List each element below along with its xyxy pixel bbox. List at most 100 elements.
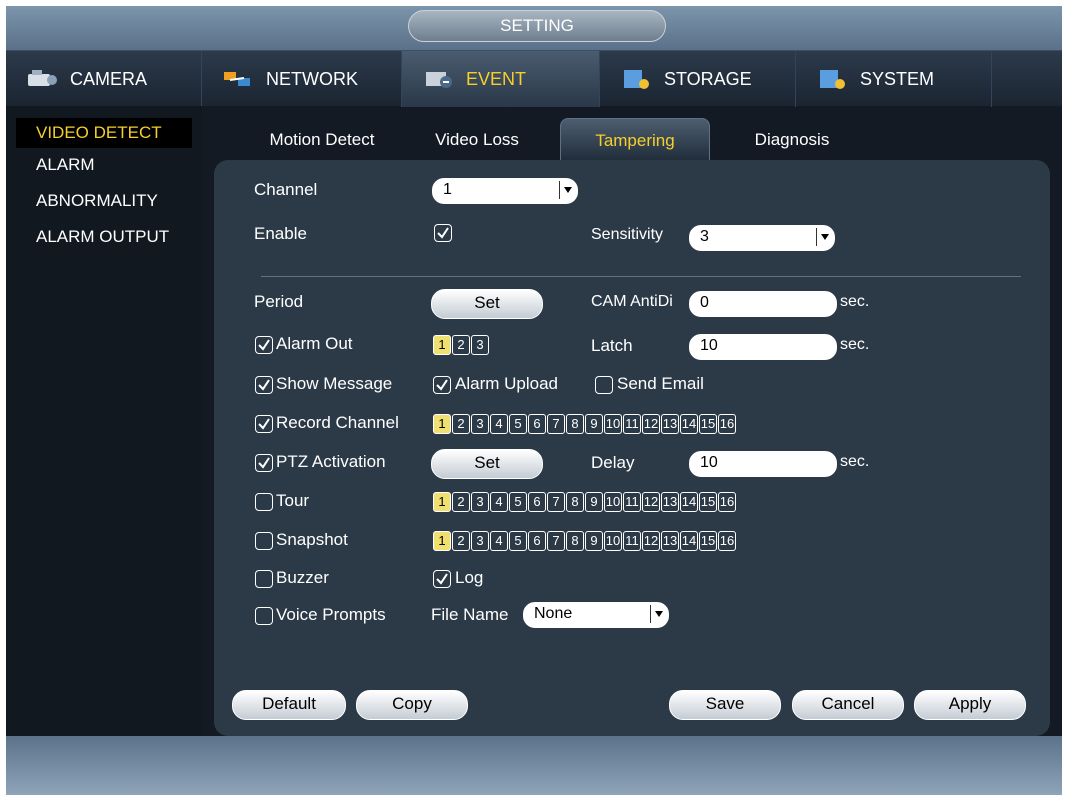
side-item-abnormality[interactable]: ABNORMALITY bbox=[16, 186, 192, 216]
enable-checkbox[interactable] bbox=[434, 224, 452, 242]
alarm-upload-label: Alarm Upload bbox=[455, 374, 558, 393]
nav-tab-network[interactable]: NETWORK bbox=[202, 51, 402, 107]
tour-channel-2[interactable]: 2 bbox=[452, 492, 470, 512]
side-item-alarm[interactable]: ALARM bbox=[16, 150, 192, 180]
snapshot-channel-9[interactable]: 9 bbox=[585, 531, 603, 551]
ptz-activation-checkbox[interactable] bbox=[255, 454, 273, 472]
record-channel-1[interactable]: 1 bbox=[433, 414, 451, 434]
record-channel-6[interactable]: 6 bbox=[528, 414, 546, 434]
tour-channel-3[interactable]: 3 bbox=[471, 492, 489, 512]
cam-antidither-input[interactable]: 0 bbox=[689, 291, 837, 317]
snapshot-channel-6[interactable]: 6 bbox=[528, 531, 546, 551]
snapshot-channel-10[interactable]: 10 bbox=[604, 531, 622, 551]
record-channel-4[interactable]: 4 bbox=[490, 414, 508, 434]
alarm-out-channel-1[interactable]: 1 bbox=[433, 335, 451, 355]
divider bbox=[261, 276, 1021, 277]
record-channel-3[interactable]: 3 bbox=[471, 414, 489, 434]
tour-channel-14[interactable]: 14 bbox=[680, 492, 698, 512]
tour-channel-13[interactable]: 13 bbox=[661, 492, 679, 512]
voice-prompts-label: Voice Prompts bbox=[276, 605, 386, 624]
alarm-out-channel-3[interactable]: 3 bbox=[471, 335, 489, 355]
snapshot-channel-14[interactable]: 14 bbox=[680, 531, 698, 551]
alarm-out-channel-2[interactable]: 2 bbox=[452, 335, 470, 355]
tour-channel-5[interactable]: 5 bbox=[509, 492, 527, 512]
voice-prompts-checkbox[interactable] bbox=[255, 607, 273, 625]
latch-input[interactable]: 10 bbox=[689, 334, 837, 360]
record-channel-5[interactable]: 5 bbox=[509, 414, 527, 434]
enable-label: Enable bbox=[254, 224, 307, 243]
file-name-select[interactable]: None bbox=[523, 602, 669, 628]
alarm-upload-checkbox[interactable] bbox=[433, 376, 451, 394]
snapshot-channel-1[interactable]: 1 bbox=[433, 531, 451, 551]
nav-tab-camera[interactable]: CAMERA bbox=[6, 51, 202, 107]
record-channel-8[interactable]: 8 bbox=[566, 414, 584, 434]
alarm-out-checkbox[interactable] bbox=[255, 336, 273, 354]
show-message-label: Show Message bbox=[276, 374, 393, 393]
nav-tab-storage[interactable]: STORAGE bbox=[600, 51, 796, 107]
snapshot-checkbox[interactable] bbox=[255, 532, 273, 550]
period-set-button[interactable]: Set bbox=[431, 289, 543, 319]
nav-tab-event[interactable]: EVENT bbox=[402, 51, 600, 107]
tour-checkbox[interactable] bbox=[255, 493, 273, 511]
channel-select[interactable]: 1 bbox=[432, 178, 578, 204]
record-channel-12[interactable]: 12 bbox=[642, 414, 660, 434]
tour-channel-1[interactable]: 1 bbox=[433, 492, 451, 512]
snapshot-channel-7[interactable]: 7 bbox=[547, 531, 565, 551]
snapshot-channel-4[interactable]: 4 bbox=[490, 531, 508, 551]
record-channel-checkbox[interactable] bbox=[255, 415, 273, 433]
snapshot-channel-13[interactable]: 13 bbox=[661, 531, 679, 551]
side-menu: VIDEO DETECT ALARM ABNORMALITY ALARM OUT… bbox=[6, 106, 202, 736]
side-item-video-detect[interactable]: VIDEO DETECT bbox=[16, 118, 192, 148]
tab-diagnosis[interactable]: Diagnosis bbox=[722, 118, 862, 162]
tour-channel-4[interactable]: 4 bbox=[490, 492, 508, 512]
tour-channel-7[interactable]: 7 bbox=[547, 492, 565, 512]
tour-channel-15[interactable]: 15 bbox=[699, 492, 717, 512]
tab-video-loss[interactable]: Video Loss bbox=[412, 118, 542, 162]
apply-button[interactable]: Apply bbox=[914, 690, 1026, 720]
snapshot-channel-2[interactable]: 2 bbox=[452, 531, 470, 551]
log-checkbox[interactable] bbox=[433, 570, 451, 588]
send-email-checkbox[interactable] bbox=[595, 376, 613, 394]
record-channel-16[interactable]: 16 bbox=[718, 414, 736, 434]
buzzer-checkbox[interactable] bbox=[255, 570, 273, 588]
record-channel-14[interactable]: 14 bbox=[680, 414, 698, 434]
snapshot-channel-5[interactable]: 5 bbox=[509, 531, 527, 551]
record-channel-9[interactable]: 9 bbox=[585, 414, 603, 434]
snapshot-channel-11[interactable]: 11 bbox=[623, 531, 641, 551]
alarm-out-channels: 1 2 3 bbox=[433, 335, 489, 355]
record-channel-15[interactable]: 15 bbox=[699, 414, 717, 434]
nav-label: EVENT bbox=[466, 68, 527, 89]
record-channel-10[interactable]: 10 bbox=[604, 414, 622, 434]
snapshot-channel-3[interactable]: 3 bbox=[471, 531, 489, 551]
tour-channel-16[interactable]: 16 bbox=[718, 492, 736, 512]
record-channel-11[interactable]: 11 bbox=[623, 414, 641, 434]
snapshot-channel-15[interactable]: 15 bbox=[699, 531, 717, 551]
ptz-set-button[interactable]: Set bbox=[431, 449, 543, 479]
tour-channel-11[interactable]: 11 bbox=[623, 492, 641, 512]
tab-motion-detect[interactable]: Motion Detect bbox=[242, 118, 402, 162]
nav-tab-system[interactable]: SYSTEM bbox=[796, 51, 992, 107]
record-channel-2[interactable]: 2 bbox=[452, 414, 470, 434]
show-message-checkbox[interactable] bbox=[255, 376, 273, 394]
snapshot-channel-12[interactable]: 12 bbox=[642, 531, 660, 551]
default-button[interactable]: Default bbox=[232, 690, 346, 720]
save-button[interactable]: Save bbox=[669, 690, 781, 720]
record-channel-13[interactable]: 13 bbox=[661, 414, 679, 434]
tour-channel-6[interactable]: 6 bbox=[528, 492, 546, 512]
delay-input[interactable]: 10 bbox=[689, 451, 837, 477]
tour-channel-12[interactable]: 12 bbox=[642, 492, 660, 512]
record-channel-7[interactable]: 7 bbox=[547, 414, 565, 434]
snapshot-channel-8[interactable]: 8 bbox=[566, 531, 584, 551]
storage-icon bbox=[620, 68, 654, 90]
cancel-button[interactable]: Cancel bbox=[792, 690, 904, 720]
side-item-alarm-output[interactable]: ALARM OUTPUT bbox=[16, 222, 192, 252]
tab-tampering[interactable]: Tampering bbox=[560, 118, 710, 162]
tour-channel-9[interactable]: 9 bbox=[585, 492, 603, 512]
sensitivity-select[interactable]: 3 bbox=[689, 225, 835, 251]
tour-channel-10[interactable]: 10 bbox=[604, 492, 622, 512]
snapshot-channel-16[interactable]: 16 bbox=[718, 531, 736, 551]
copy-button[interactable]: Copy bbox=[356, 690, 468, 720]
tour-channel-8[interactable]: 8 bbox=[566, 492, 584, 512]
title-bar: SETTING bbox=[6, 6, 1062, 50]
cam-antidither-label: CAM AntiDi bbox=[591, 293, 673, 310]
